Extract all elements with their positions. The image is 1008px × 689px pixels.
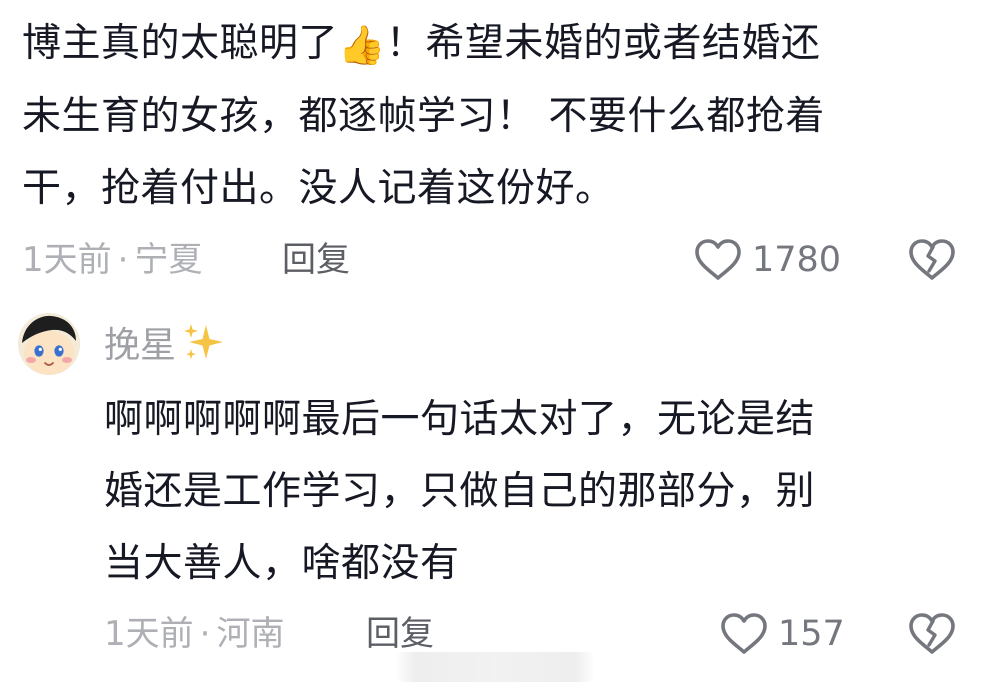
comment-2-line-2: 婚还是工作学习，只做自己的那部分，别	[104, 469, 816, 514]
comment-2-time: 1天前	[104, 614, 194, 654]
comment-2-like-count: 157	[778, 614, 845, 654]
comment-1-dislike-button[interactable]	[908, 236, 956, 284]
comment-2-dislike-button[interactable]	[908, 610, 956, 658]
heart-outline-icon	[720, 612, 768, 656]
comment-1-location: 宁夏	[134, 240, 203, 280]
comment-1-time: 1天前	[22, 240, 112, 280]
heart-outline-icon	[694, 238, 742, 282]
comment-1-like-button[interactable]: 1780	[694, 236, 841, 284]
comment-2-line-1: 啊啊啊啊啊最后一句话太对了，无论是结	[104, 397, 816, 442]
broken-heart-icon	[908, 238, 956, 282]
comment-2-location: 河南	[216, 614, 285, 654]
meta-separator: ·	[199, 614, 211, 654]
comment-1-meta: 1天前 · 宁夏	[22, 236, 202, 284]
comment-2-text: 啊啊啊啊啊最后一句话太对了，无论是结 婚还是工作学习，只做自己的那部分，别 当大…	[104, 384, 964, 600]
comment-2-line-3: 当大善人，啥都没有	[104, 541, 460, 586]
comment-2-username[interactable]: 挽星	[104, 320, 226, 372]
avatar-illustration	[18, 313, 80, 375]
meta-separator: ·	[117, 240, 129, 280]
comment-1-like-count: 1780	[752, 240, 842, 280]
thumbs-up-emoji: 👍	[338, 23, 386, 67]
comment-1-line-2: 未生育的女孩，都逐帧学习！ 不要什么都抢着	[22, 94, 825, 139]
comment-2-like-button[interactable]: 157	[720, 610, 845, 658]
broken-heart-icon	[908, 612, 956, 656]
comment-1-line-1: 博主真的太聪明了👍！希望未婚的或者结婚还	[22, 8, 972, 81]
watermark-overlay	[395, 652, 595, 682]
comment-1-line-3: 干，抢着付出。没人记着这份好。	[22, 166, 615, 211]
comment-1-text: 博主真的太聪明了👍！希望未婚的或者结婚还 未生育的女孩，都逐帧学习！ 不要什么都…	[22, 8, 972, 225]
comment-1-reply-button[interactable]: 回复	[282, 236, 350, 284]
comment-2-reply-button[interactable]: 回复	[366, 610, 434, 658]
avatar[interactable]	[18, 313, 80, 375]
comment-2-meta: 1天前 · 河南	[104, 610, 284, 658]
sparkles-icon	[182, 321, 226, 378]
